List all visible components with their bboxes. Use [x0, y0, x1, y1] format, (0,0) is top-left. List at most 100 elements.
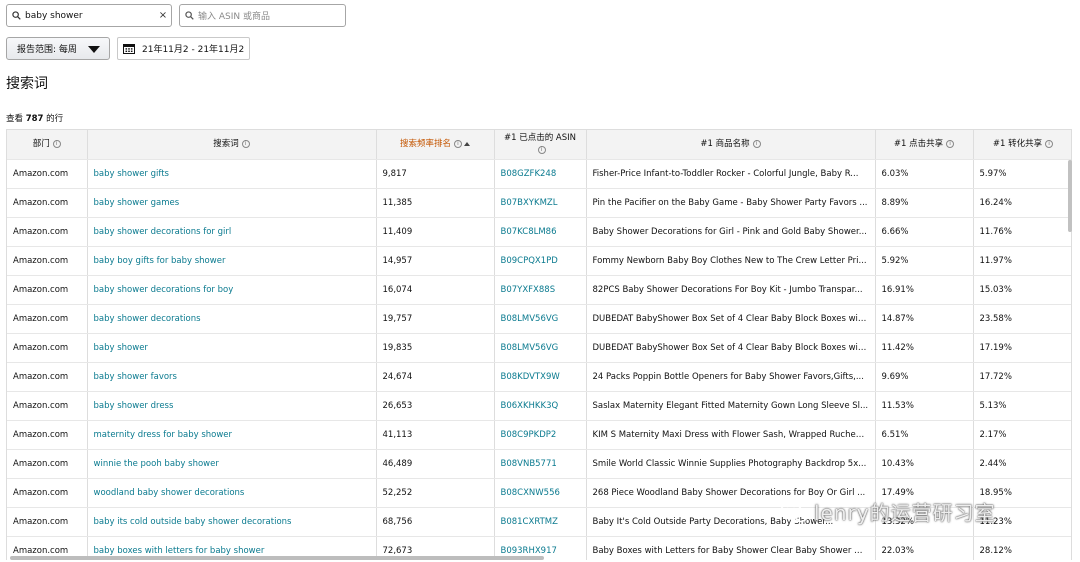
- info-icon[interactable]: i: [454, 139, 462, 148]
- search-term-link[interactable]: baby shower gifts: [87, 159, 377, 189]
- search-term-link[interactable]: maternity dress for baby shower: [87, 420, 377, 450]
- product-title-cell: Pin the Pacifier on the Baby Game - Baby…: [586, 188, 876, 218]
- info-icon[interactable]: i: [537, 145, 546, 154]
- product-title-cell: 82PCS Baby Shower Decorations For Boy Ki…: [586, 275, 876, 305]
- product-title-cell: Saslax Maternity Elegant Fitted Maternit…: [586, 391, 876, 421]
- clear-search-button[interactable]: ×: [155, 10, 171, 21]
- clicked-asin-link[interactable]: B08VNB5771: [494, 449, 587, 479]
- search-term-link[interactable]: baby its cold outside baby shower decora…: [87, 507, 377, 537]
- clicked-asin-link[interactable]: B07KC8LM86: [494, 217, 587, 247]
- clicked-asin-link[interactable]: B08LMV56VG: [494, 304, 587, 334]
- sort-ascending-icon: [464, 141, 470, 146]
- clicked-asin-link[interactable]: B06XKHKK3Q: [494, 391, 587, 421]
- clicked-asin-link[interactable]: B08CXNW556: [494, 478, 587, 508]
- column-header-search-frequency-rank[interactable]: 搜索频率排名 i: [376, 130, 495, 160]
- search-frequency-rank-cell: 46,489: [376, 449, 495, 479]
- search-term-link[interactable]: baby shower: [87, 333, 377, 363]
- clicked-asin-link[interactable]: B08KDVTX9W: [494, 362, 587, 392]
- department-cell: Amazon.com: [7, 449, 88, 479]
- search-frequency-rank-cell: 68,756: [376, 507, 495, 537]
- conversion-share-cell: 23.58%: [973, 304, 1071, 334]
- search-term-link[interactable]: baby shower dress: [87, 391, 377, 421]
- department-cell: Amazon.com: [7, 217, 88, 247]
- table-row: Amazon.com baby shower decorations for gi…: [7, 217, 1071, 247]
- department-cell: Amazon.com: [7, 188, 88, 218]
- search-term-link[interactable]: baby shower decorations: [87, 304, 377, 334]
- conversion-share-cell: 2.44%: [973, 449, 1071, 479]
- click-share-cell: 6.66%: [875, 217, 974, 247]
- conversion-share-cell: 5.13%: [973, 391, 1071, 421]
- column-header-click-share[interactable]: #1 点击共享 i: [875, 130, 974, 160]
- clicked-asin-link[interactable]: B09CPQX1PD: [494, 246, 587, 276]
- conversion-share-cell: 11.97%: [973, 246, 1071, 276]
- search-term-link[interactable]: winnie the pooh baby shower: [87, 449, 377, 479]
- product-title-cell: Baby Boxes with Letters for Baby Shower …: [586, 536, 876, 560]
- conversion-share-cell: 15.03%: [973, 275, 1071, 305]
- conversion-share-cell: 5.97%: [973, 159, 1071, 189]
- column-header-department[interactable]: 部门 i: [7, 130, 88, 160]
- report-range-dropdown[interactable]: 报告范围: 每周: [6, 37, 110, 60]
- product-title-cell: Baby Shower Decorations for Girl - Pink …: [586, 217, 876, 247]
- asin-search-input[interactable]: 输入 ASIN 或商品: [179, 4, 346, 27]
- search-input[interactable]: baby shower ×: [6, 4, 172, 27]
- department-cell: Amazon.com: [7, 304, 88, 334]
- date-range-value: 21年11月2 - 21年11月2: [142, 45, 245, 55]
- vertical-scrollbar[interactable]: [1068, 160, 1072, 232]
- date-range-picker[interactable]: 21年11月2 - 21年11月2: [117, 37, 250, 60]
- info-icon[interactable]: i: [946, 139, 955, 148]
- department-cell: Amazon.com: [7, 507, 88, 537]
- column-header-clicked-asin[interactable]: #1 已点击的 ASIN i: [494, 130, 587, 160]
- clicked-asin-link[interactable]: B08GZFK248: [494, 159, 587, 189]
- conversion-share-cell: 28.12%: [973, 536, 1071, 560]
- department-cell: Amazon.com: [7, 478, 88, 508]
- clicked-asin-link[interactable]: B08LMV56VG: [494, 333, 587, 363]
- asin-search-placeholder[interactable]: 输入 ASIN 或商品: [198, 9, 270, 22]
- column-header-product-title[interactable]: #1 商品名称 i: [586, 130, 876, 160]
- row-count-suffix: 的行: [46, 114, 64, 124]
- column-header-conversion-share[interactable]: #1 转化共享 i: [973, 130, 1071, 160]
- search-term-link[interactable]: baby boy gifts for baby shower: [87, 246, 377, 276]
- department-cell: Amazon.com: [7, 275, 88, 305]
- column-header-search-term[interactable]: 搜索词 i: [87, 130, 377, 160]
- search-input-value[interactable]: baby shower: [25, 11, 155, 21]
- table-row: Amazon.com baby shower decorations 19,757 B…: [7, 304, 1071, 334]
- table-row: Amazon.com baby shower decorations for bo…: [7, 275, 1071, 305]
- clicked-asin-link[interactable]: B08C9PKDP2: [494, 420, 587, 450]
- clicked-asin-link[interactable]: B081CXRTMZ: [494, 507, 587, 537]
- search-term-link[interactable]: woodland baby shower decorations: [87, 478, 377, 508]
- table-header-row: 部门 i 搜索词 i 搜索频率排名 i #1 已点击的 ASIN i #1 商品名称 i …: [7, 130, 1071, 160]
- section-title: 搜索词: [6, 76, 48, 92]
- info-icon[interactable]: i: [52, 139, 61, 148]
- table-row: Amazon.com baby shower gifts 9,817 B08GZFK2…: [7, 159, 1071, 189]
- search-term-link[interactable]: baby shower favors: [87, 362, 377, 392]
- search-term-link[interactable]: baby shower games: [87, 188, 377, 218]
- department-cell: Amazon.com: [7, 391, 88, 421]
- clicked-asin-link[interactable]: B07BXYKMZL: [494, 188, 587, 218]
- table-row: Amazon.com winnie the pooh baby shower 46,…: [7, 449, 1071, 479]
- report-range-label: 报告范围: 每周: [17, 45, 77, 55]
- caret-down-icon: [88, 46, 100, 53]
- table-row: Amazon.com baby shower favors 24,674 B08KDV…: [7, 362, 1071, 392]
- conversion-share-cell: 17.19%: [973, 333, 1071, 363]
- calendar-icon: [123, 44, 135, 54]
- click-share-cell: 16.91%: [875, 275, 974, 305]
- product-title-cell: Fommy Newborn Baby Boy Clothes New to Th…: [586, 246, 876, 276]
- search-frequency-rank-cell: 24,674: [376, 362, 495, 392]
- product-title-cell: DUBEDAT BabyShower Box Set of 4 Clear Ba…: [586, 333, 876, 363]
- info-icon[interactable]: i: [241, 139, 250, 148]
- department-cell: Amazon.com: [7, 246, 88, 276]
- department-cell: Amazon.com: [7, 333, 88, 363]
- info-icon[interactable]: i: [752, 139, 761, 148]
- row-count-number: 787: [25, 114, 44, 124]
- search-frequency-rank-cell: 9,817: [376, 159, 495, 189]
- info-icon[interactable]: i: [1045, 139, 1054, 148]
- horizontal-scrollbar[interactable]: [10, 556, 544, 560]
- click-share-cell: 10.43%: [875, 449, 974, 479]
- table-row: Amazon.com baby shower dress 26,653 B06XKHK…: [7, 391, 1071, 421]
- search-term-link[interactable]: baby shower decorations for boy: [87, 275, 377, 305]
- search-term-link[interactable]: baby shower decorations for girl: [87, 217, 377, 247]
- search-terms-table: 部门 i 搜索词 i 搜索频率排名 i #1 已点击的 ASIN i #1 商品名称 i …: [6, 129, 1072, 560]
- click-share-cell: 6.03%: [875, 159, 974, 189]
- search-frequency-rank-cell: 19,757: [376, 304, 495, 334]
- clicked-asin-link[interactable]: B07YXFX88S: [494, 275, 587, 305]
